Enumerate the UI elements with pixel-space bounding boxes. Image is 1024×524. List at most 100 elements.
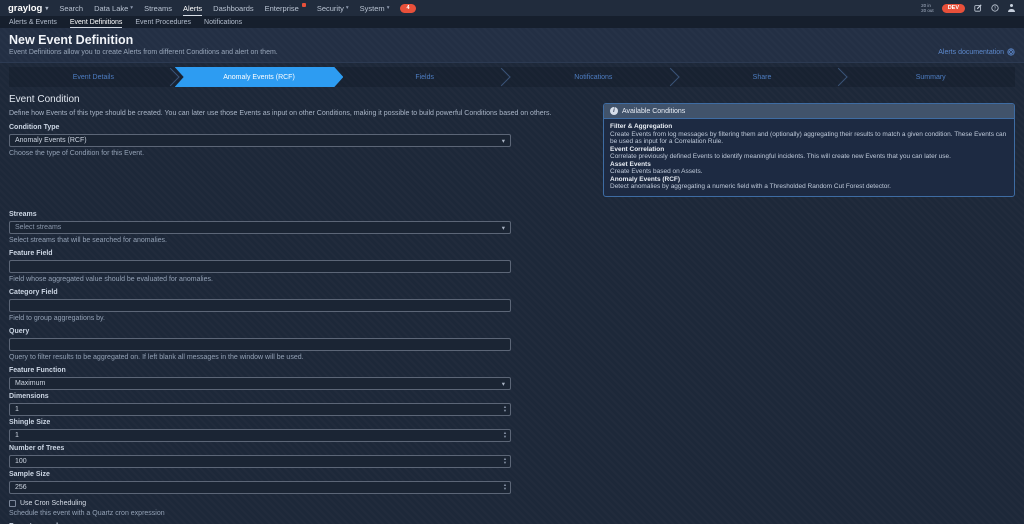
page-title: New Event Definition <box>9 33 278 47</box>
alerts-sub-navigation: Alerts & Events Event Definitions Event … <box>0 16 1024 28</box>
stepper-icon[interactable]: ▲▼ <box>503 431 507 439</box>
shingle-size-label: Shingle Size <box>9 419 511 426</box>
step-anomaly-events[interactable]: Anomaly Events (RCF) <box>175 67 344 87</box>
number-of-trees-group: Number of Trees ▲▼ <box>9 445 511 468</box>
subnav-item-event-definitions[interactable]: Event Definitions <box>70 17 123 28</box>
category-field-help: Field to group aggregations by. <box>9 315 511 322</box>
page-header: New Event Definition Event Definitions a… <box>0 28 1024 63</box>
dimensions-group: Dimensions ▲▼ <box>9 393 511 416</box>
available-conditions-panel: i Available Conditions Filter & Aggregat… <box>603 103 1015 197</box>
sample-size-group: Sample Size ▲▼ <box>9 471 511 494</box>
chevron-down-icon: ▾ <box>130 1 133 16</box>
condition-name: Asset Events <box>610 161 1008 169</box>
streams-group: Streams Select streams ▾ Select streams … <box>9 211 511 244</box>
cron-label: Use Cron Scheduling <box>20 500 86 507</box>
step-fields[interactable]: Fields <box>340 67 509 87</box>
alert-count-badge[interactable]: 4 <box>400 4 415 13</box>
category-field-input[interactable] <box>9 299 511 312</box>
query-help: Query to filter results to be aggregated… <box>9 354 511 361</box>
sample-size-input[interactable] <box>9 481 511 494</box>
throughput-out: 20 out <box>921 8 934 13</box>
condition-desc: Create Events from log messages by filte… <box>610 131 1008 146</box>
help-icon[interactable]: ? <box>990 4 999 13</box>
checkbox-unchecked-icon <box>9 500 16 507</box>
environment-badge[interactable]: DEV <box>942 4 965 13</box>
enterprise-notification-icon <box>302 3 306 7</box>
dimensions-input[interactable] <box>9 403 511 416</box>
graylog-logo[interactable]: graylog ▾ <box>8 3 48 14</box>
sample-size-label: Sample Size <box>9 471 511 478</box>
shingle-size-input[interactable] <box>9 429 511 442</box>
condition-desc: Create Events based on Assets. <box>610 168 1008 176</box>
streams-select[interactable]: Select streams ▾ <box>9 221 511 234</box>
feature-function-label: Feature Function <box>9 367 511 374</box>
nav-item-search[interactable]: Search <box>59 1 83 16</box>
main-content: Event Details Anomaly Events (RCF) Field… <box>0 63 1024 524</box>
step-notifications[interactable]: Notifications <box>509 67 678 87</box>
stepper-icon[interactable]: ▲▼ <box>503 483 507 491</box>
feature-function-group: Feature Function Maximum ▾ <box>9 367 511 390</box>
condition-name: Event Correlation <box>610 146 1008 154</box>
chevron-down-icon: ▾ <box>45 5 48 12</box>
section-description: Define how Events of this type should be… <box>9 110 511 117</box>
nav-item-security[interactable]: Security▾ <box>317 1 349 16</box>
query-label: Query <box>9 328 511 335</box>
section-title: Event Condition <box>9 94 511 105</box>
lifebuoy-icon <box>1007 48 1015 56</box>
dimensions-label: Dimensions <box>9 393 511 400</box>
feature-function-select[interactable]: Maximum ▾ <box>9 377 511 390</box>
query-input[interactable] <box>9 338 511 351</box>
nav-item-alerts[interactable]: Alerts <box>183 1 202 16</box>
number-of-trees-label: Number of Trees <box>9 445 511 452</box>
number-of-trees-input[interactable] <box>9 455 511 468</box>
step-summary[interactable]: Summary <box>846 67 1015 87</box>
feature-field-help: Field whose aggregated value should be e… <box>9 276 511 283</box>
available-conditions-body: Filter & Aggregation Create Events from … <box>604 119 1014 196</box>
chevron-down-icon: ▾ <box>346 1 349 16</box>
condition-type-group: Condition Type Anomaly Events (RCF) ▾ Ch… <box>9 124 511 157</box>
step-event-details[interactable]: Event Details <box>9 67 178 87</box>
condition-type-select[interactable]: Anomaly Events (RCF) ▾ <box>9 134 511 147</box>
nav-item-dashboards[interactable]: Dashboards <box>213 1 253 16</box>
nav-item-streams[interactable]: Streams <box>144 1 172 16</box>
feature-field-input[interactable] <box>9 260 511 273</box>
compose-icon[interactable] <box>973 4 982 13</box>
nav-item-data-lake[interactable]: Data Lake▾ <box>94 1 133 16</box>
topnav-right-cluster: 20 in 20 out DEV ? <box>921 3 1016 13</box>
feature-field-label: Feature Field <box>9 250 511 257</box>
brand-label: graylog <box>8 3 42 14</box>
streams-label: Streams <box>9 211 511 218</box>
stepper-icon[interactable]: ▲▼ <box>503 457 507 465</box>
category-field-label: Category Field <box>9 289 511 296</box>
chevron-down-icon: ▾ <box>502 380 505 388</box>
stepper-icon[interactable]: ▲▼ <box>503 405 507 413</box>
condition-name: Filter & Aggregation <box>610 123 1008 131</box>
condition-name: Anomaly Events (RCF) <box>610 176 1008 184</box>
condition-type-help: Choose the type of Condition for this Ev… <box>9 150 511 157</box>
shingle-size-group: Shingle Size ▲▼ <box>9 419 511 442</box>
available-conditions-header: i Available Conditions <box>604 104 1014 119</box>
nav-item-enterprise[interactable]: Enterprise <box>265 1 306 16</box>
condition-type-value: Anomaly Events (RCF) <box>15 137 87 144</box>
condition-type-label: Condition Type <box>9 124 511 131</box>
page-subtitle: Event Definitions allow you to create Al… <box>9 49 278 56</box>
feature-function-value: Maximum <box>15 380 45 387</box>
available-conditions-title: Available Conditions <box>622 108 685 115</box>
nav-item-system[interactable]: System▾ <box>360 1 390 16</box>
category-field-group: Category Field Field to group aggregatio… <box>9 289 511 322</box>
subnav-item-event-procedures[interactable]: Event Procedures <box>135 17 191 28</box>
page-header-text: New Event Definition Event Definitions a… <box>9 33 278 56</box>
alerts-documentation-link[interactable]: Alerts documentation <box>938 48 1015 56</box>
info-icon: i <box>610 107 618 115</box>
user-icon[interactable] <box>1007 4 1016 13</box>
cron-scheduling-checkbox[interactable]: Use Cron Scheduling <box>9 500 511 507</box>
condition-desc: Detect anomalies by aggregating a numeri… <box>610 183 1008 191</box>
feature-field-group: Feature Field Field whose aggregated val… <box>9 250 511 283</box>
condition-desc: Correlate previously defined Events to i… <box>610 153 1008 161</box>
top-navigation: graylog ▾ Search Data Lake▾ Streams Aler… <box>0 0 1024 16</box>
cron-help: Schedule this event with a Quartz cron e… <box>9 510 511 517</box>
wizard-steps: Event Details Anomaly Events (RCF) Field… <box>9 67 1015 87</box>
subnav-item-notifications[interactable]: Notifications <box>204 17 242 28</box>
step-share[interactable]: Share <box>678 67 847 87</box>
subnav-item-alerts-events[interactable]: Alerts & Events <box>9 17 57 28</box>
